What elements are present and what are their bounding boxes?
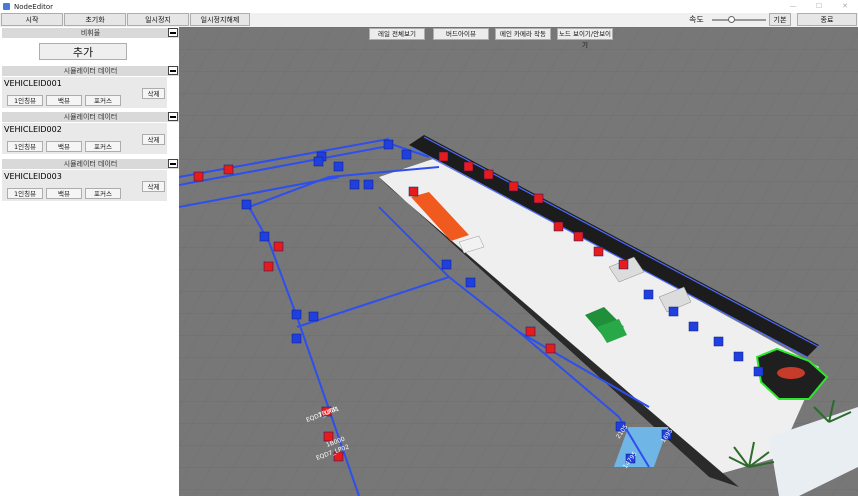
title-bar: NodeEditor — ☐ ✕ [0, 0, 858, 13]
first-person-view-button[interactable]: 1인칭뷰 [7, 188, 43, 199]
red-node[interactable] [463, 161, 474, 172]
blue-node[interactable] [383, 139, 394, 150]
red-node[interactable] [533, 193, 544, 204]
pause-button[interactable]: 일시정지 [127, 13, 189, 26]
back-view-button[interactable]: 백뷰 [46, 95, 82, 106]
vehicle-id: VEHICLEID002 [4, 125, 62, 134]
focus-button[interactable]: 포커스 [85, 141, 121, 152]
red-node[interactable] [483, 169, 494, 180]
node-toggle-button[interactable]: 노드 보이기/안보이기 [557, 28, 613, 49]
speed-label: 속도 [689, 15, 704, 24]
focus-button[interactable]: 포커스 [85, 188, 121, 199]
delete-button[interactable]: 삭제 [142, 88, 165, 99]
vehicle-card-2: VEHICLEID002 1인칭뷰 백뷰 포커스 삭제 [2, 123, 167, 154]
red-node[interactable] [553, 221, 564, 232]
red-node[interactable] [438, 151, 449, 162]
blue-node[interactable] [291, 309, 302, 320]
window-title: NodeEditor [14, 2, 53, 11]
red-node[interactable] [545, 343, 556, 354]
blue-node[interactable] [313, 156, 324, 167]
blue-node[interactable] [363, 179, 374, 190]
speed-slider[interactable] [712, 16, 766, 23]
blue-node[interactable] [241, 199, 252, 210]
blue-node[interactable] [465, 277, 476, 288]
section-label: 시뮬레이터 데이터 [63, 160, 118, 168]
scene-canvas[interactable]: EQD7_LP01 EQD7_LP02 2105 1695 14795 1B10… [179, 27, 858, 496]
rail-overview-button[interactable]: 레일 전체보기 [369, 28, 425, 40]
simulator-data-header-1: 시뮬레이터 데이터 [2, 66, 179, 76]
maximize-button[interactable]: ☐ [808, 0, 830, 13]
red-node[interactable] [193, 171, 204, 182]
collapse-button-3[interactable] [168, 159, 178, 168]
birdeye-view-button[interactable]: 버드아이뷰 [433, 28, 489, 40]
minimize-button[interactable]: — [782, 0, 804, 13]
back-view-button[interactable]: 백뷰 [46, 141, 82, 152]
vehicle-card-1: VEHICLEID001 1인칭뷰 백뷰 포커스 삭제 [2, 77, 167, 108]
main-toolbar: 시작 초기화 일시정지 일시정지해제 속도 기본 종료 [0, 13, 858, 27]
3d-viewport[interactable]: EQD7_LP01 EQD7_LP02 2105 1695 14795 1B10… [179, 27, 858, 496]
blue-node[interactable] [401, 149, 412, 160]
close-button[interactable]: ✕ [834, 0, 856, 13]
red-node[interactable] [508, 181, 519, 192]
vehicle-id: VEHICLEID001 [4, 79, 62, 88]
red-node[interactable] [593, 246, 604, 257]
first-person-view-button[interactable]: 1인칭뷰 [7, 95, 43, 106]
vehicle-card-3: VEHICLEID003 1인칭뷰 백뷰 포커스 삭제 [2, 170, 167, 201]
sidebar: 비휘율 추가 시뮬레이터 데이터 VEHICLEID001 1인칭뷰 백뷰 포커… [0, 27, 179, 496]
add-vehicle-button[interactable]: 추가 [39, 43, 127, 60]
back-view-button[interactable]: 백뷰 [46, 188, 82, 199]
reset-button[interactable]: 초기화 [64, 13, 126, 26]
red-node[interactable] [273, 241, 284, 252]
blue-node[interactable] [753, 366, 764, 377]
blue-node[interactable] [713, 336, 724, 347]
focus-button[interactable]: 포커스 [85, 95, 121, 106]
red-node[interactable] [223, 164, 234, 175]
start-button[interactable]: 시작 [1, 13, 63, 26]
ratio-collapse-button[interactable] [168, 28, 178, 37]
blue-node[interactable] [733, 351, 744, 362]
red-node[interactable] [618, 259, 629, 270]
red-node[interactable] [408, 186, 419, 197]
simulator-data-header-2: 시뮬레이터 데이터 [2, 112, 179, 122]
exit-button[interactable]: 종료 [797, 13, 857, 26]
first-person-view-button[interactable]: 1인칭뷰 [7, 141, 43, 152]
blue-node[interactable] [349, 179, 360, 190]
blue-node[interactable] [259, 231, 270, 242]
blue-node[interactable] [291, 333, 302, 344]
blue-node[interactable] [643, 289, 654, 300]
simulator-data-header-3: 시뮬레이터 데이터 [2, 159, 179, 169]
collapse-button-2[interactable] [168, 112, 178, 121]
resume-button[interactable]: 일시정지해제 [190, 13, 250, 26]
ratio-header: 비휘율 [2, 28, 179, 38]
blue-node[interactable] [308, 311, 319, 322]
blue-node[interactable] [441, 259, 452, 270]
app-icon [3, 3, 10, 10]
vehicle-top [777, 367, 805, 379]
section-label: 시뮬레이터 데이터 [63, 113, 118, 121]
blue-node[interactable] [668, 306, 679, 317]
blue-node[interactable] [333, 161, 344, 172]
red-node[interactable] [263, 261, 274, 272]
delete-button[interactable]: 삭제 [142, 181, 165, 192]
section-label: 시뮬레이터 데이터 [63, 67, 118, 75]
red-node[interactable] [573, 231, 584, 242]
ratio-label: 비휘율 [80, 29, 101, 37]
speed-slider-knob[interactable] [728, 16, 736, 23]
default-speed-button[interactable]: 기본 [769, 13, 791, 26]
collapse-button-1[interactable] [168, 66, 178, 75]
red-node[interactable] [525, 326, 536, 337]
blue-node[interactable] [688, 321, 699, 332]
vehicle-id: VEHICLEID003 [4, 172, 62, 181]
delete-button[interactable]: 삭제 [142, 134, 165, 145]
main-camera-button[interactable]: 메인 카메라 작동 [495, 28, 551, 40]
